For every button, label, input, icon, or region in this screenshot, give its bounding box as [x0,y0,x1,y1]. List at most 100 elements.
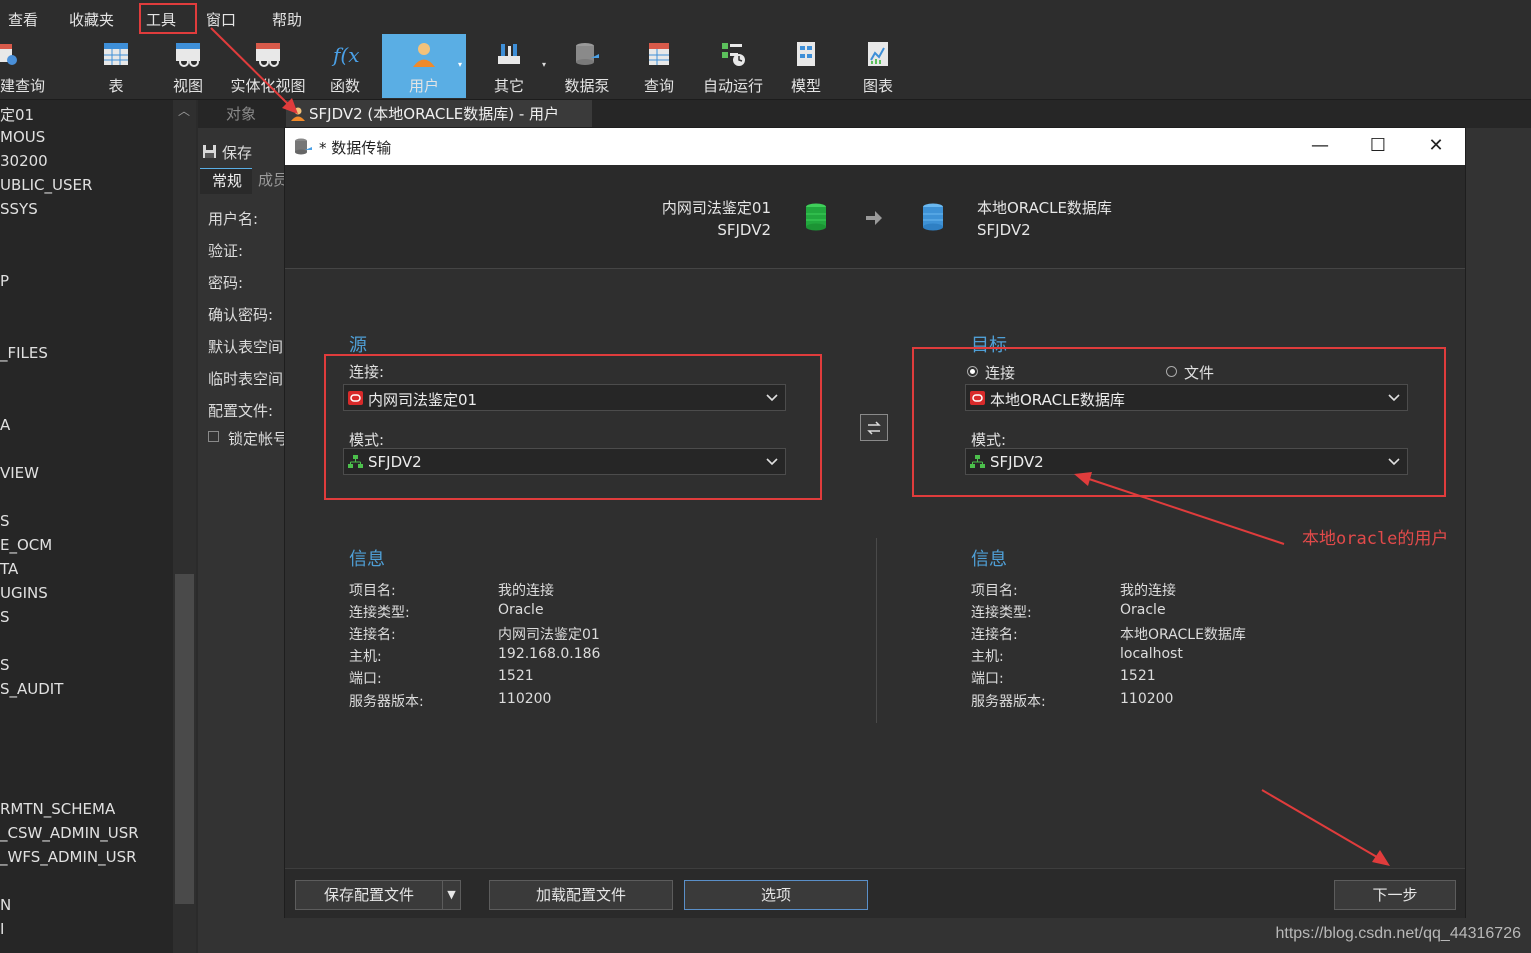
tree-item[interactable]: RMTN_SCHEMA [0,800,115,818]
tree-item[interactable]: MOUS [0,128,45,146]
tab-objects[interactable]: 对象 [198,100,284,128]
field-label: 临时表空间 [208,370,284,388]
svg-text:f(x): f(x) [331,43,359,67]
info-value: 内网司法鉴定01 [498,627,600,643]
tree-item[interactable]: S [0,608,10,626]
annotation-box-tools-menu [139,3,197,34]
toolbar-view[interactable]: 视图 [164,34,212,98]
info-value: 我的连接 [1120,583,1176,599]
next-button[interactable]: 下一步 [1334,880,1456,910]
toolbar-automation[interactable]: 自动运行 [700,34,766,98]
field-label: 用户名: [208,210,259,228]
info-value: localhost [1120,646,1183,662]
toolbar-function[interactable]: f(x) 函数 [320,34,370,98]
tree-item[interactable]: TA [0,560,18,578]
dialog-title: * 数据传输 [319,139,392,157]
menu-favorites[interactable]: 收藏夹 [69,9,114,30]
lock-account-checkbox[interactable] [208,431,219,442]
tree-item[interactable]: 定01 [0,104,34,125]
dialog-titlebar: * 数据传输 — ☐ ✕ [285,128,1465,165]
info-value: 我的连接 [498,583,554,599]
user-tab-icon [291,107,305,121]
watermark: https://blog.csdn.net/qq_44316726 [1275,925,1521,942]
info-label: 项目名: [349,583,396,599]
tree-item[interactable]: UBLIC_USER [0,176,92,194]
materialized-view-icon [256,43,280,67]
scrollbar-thumb[interactable] [175,574,194,904]
scroll-up-icon[interactable]: ︿ [178,102,190,119]
info-label: 端口: [971,671,1004,687]
tree-item[interactable]: P [0,272,9,290]
tree-item[interactable]: _FILES [0,344,48,362]
annotation-box-target [912,347,1446,497]
tree-item[interactable]: S_AUDIT [0,680,63,698]
load-profile-button[interactable]: 加载配置文件 [489,880,673,910]
other-dropdown-icon[interactable]: ▾ [542,60,546,69]
info-value: 本地ORACLE数据库 [1120,627,1246,643]
toolbar-new-query[interactable]: 建查询 [0,34,45,98]
maximize-button[interactable]: ☐ [1363,134,1393,158]
tree-item[interactable]: S [0,512,10,530]
toolbar-table[interactable]: 表 [92,34,140,98]
tree-item[interactable]: _CSW_ADMIN_USR [0,824,139,842]
options-button[interactable]: 选项 [684,880,868,910]
tree-item[interactable]: 30200 [0,152,48,170]
tree-item[interactable]: I [0,920,4,938]
save-profile-dropdown-icon[interactable]: ▼ [442,881,460,909]
info-value: 1521 [498,668,534,684]
info-label: 项目名: [971,583,1018,599]
swap-icon [867,421,881,435]
toolbar-data-pump[interactable]: 数据泵 [560,34,614,98]
info-label: 连接类型: [971,605,1032,621]
model-icon [797,42,815,66]
subtab-general[interactable]: 常规 [200,168,252,194]
info-label: 主机: [349,649,382,665]
toolbar-query[interactable]: 查询 [636,34,682,98]
source-info-title: 信息 [349,549,385,570]
minimize-button[interactable]: — [1305,134,1335,158]
field-label: 密码: [208,274,244,292]
new-query-icon [0,44,17,65]
sidebar-scrollbar[interactable]: ︿ [173,100,196,953]
menu-bar: 查看 收藏夹 工具 窗口 帮助 [0,0,1531,34]
info-label: 服务器版本: [971,694,1046,710]
close-button[interactable]: ✕ [1421,134,1451,158]
toolbar-user[interactable]: 用户 ▾ [382,34,466,98]
tree-item[interactable]: SSYS [0,200,38,218]
tree-item[interactable]: _WFS_ADMIN_USR [0,848,137,866]
toolbar-model[interactable]: 模型 [784,34,828,98]
automation-icon [722,43,745,66]
swap-source-target-button[interactable] [860,414,888,441]
field-label: 验证: [208,242,244,260]
info-label: 端口: [349,671,382,687]
menu-help[interactable]: 帮助 [272,9,302,30]
tree-item[interactable]: E_OCM [0,536,52,554]
table-icon [104,43,128,65]
save-profile-button[interactable]: 保存配置文件 ▼ [295,880,461,910]
header-target-schema: SFJDV2 [977,221,1031,239]
subtab-member[interactable]: 成员 [258,168,284,194]
tree-item[interactable]: N [0,896,11,914]
info-value: 192.168.0.186 [498,646,601,662]
target-info-title: 信息 [971,549,1007,570]
lock-account-label: 锁定帐号 [228,430,284,448]
menu-view[interactable]: 查看 [8,9,38,30]
query-icon [649,43,669,65]
menu-window[interactable]: 窗口 [206,9,236,30]
toolbar-chart[interactable]: 图表 [856,34,900,98]
tree-item[interactable]: VIEW [0,464,39,482]
data-transfer-icon [295,138,312,155]
tree-item[interactable]: A [0,416,10,434]
toolbar-materialized-view[interactable]: 实体化视图 [228,34,308,98]
user-dropdown-icon[interactable]: ▾ [458,60,462,69]
field-label: 默认表空间 [208,338,284,356]
info-value: Oracle [1120,602,1166,618]
header-source-connection: 内网司法鉴定01 [661,199,771,217]
transfer-arrow-icon [866,211,882,225]
header-source-schema: SFJDV2 [717,221,771,239]
tab-user-editor[interactable]: SFJDV2 (本地ORACLE数据库) - 用户 [286,100,592,128]
tree-item[interactable]: UGINS [0,584,48,602]
field-label: 配置文件: [208,402,274,420]
tree-item[interactable]: S [0,656,10,674]
toolbar-other[interactable]: 其它 ▾ [484,34,546,98]
